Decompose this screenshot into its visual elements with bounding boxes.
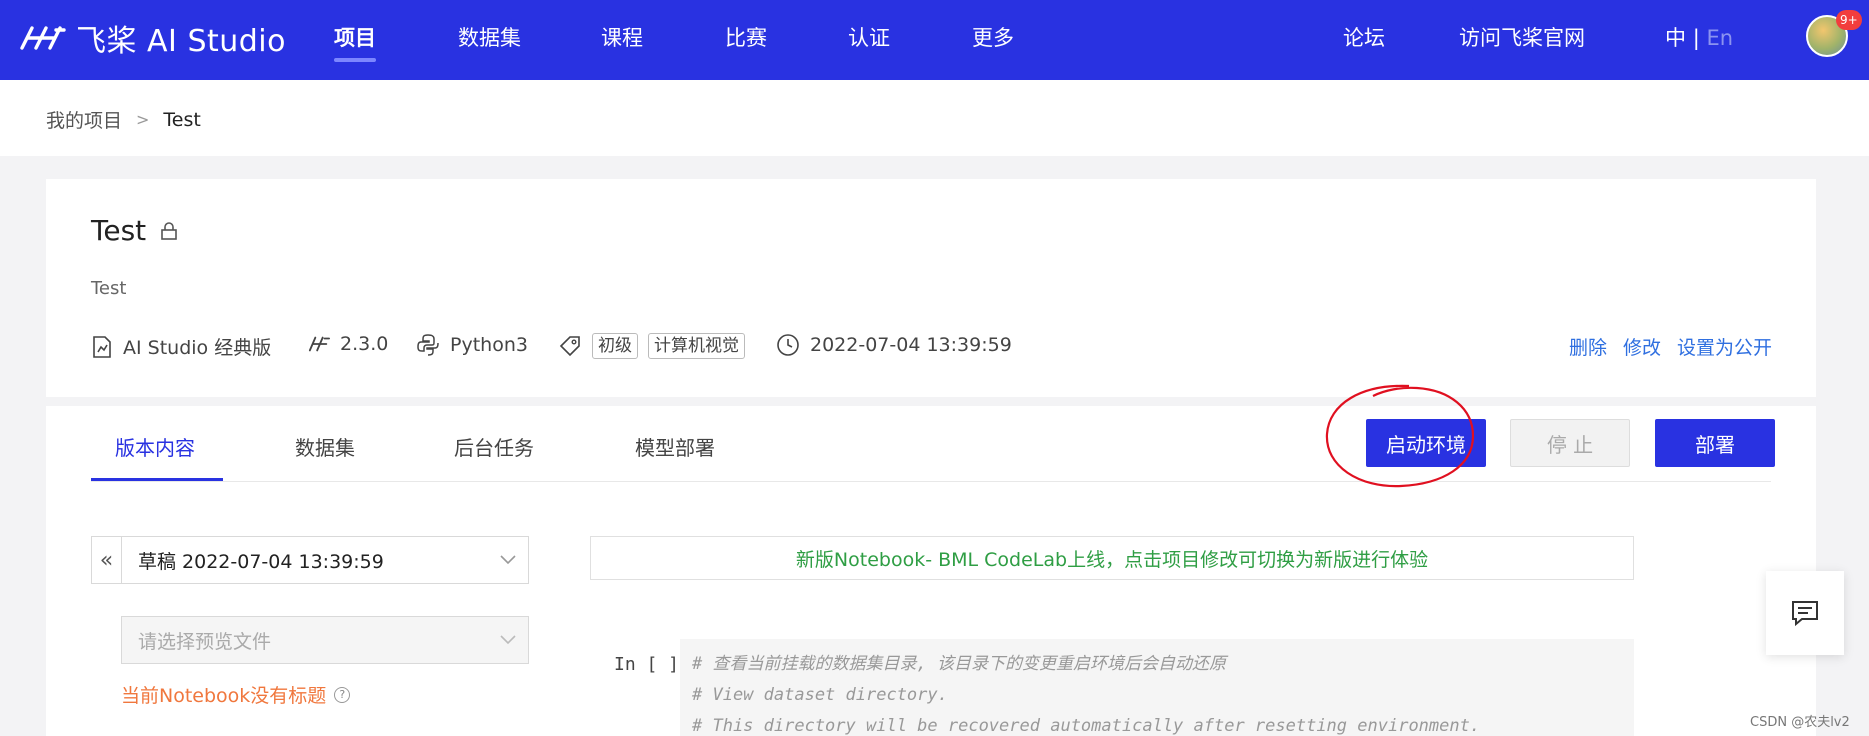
language-switch: 中 | En (1665, 22, 1733, 52)
lang-en[interactable]: En (1706, 26, 1733, 50)
new-notebook-notice[interactable]: 新版Notebook- BML CodeLab上线，点击项目修改可切换为新版进行… (590, 536, 1634, 580)
preview-file-select[interactable]: 请选择预览文件 (121, 616, 529, 664)
project-title: Test (91, 214, 147, 247)
tab-datasets[interactable]: 数据集 (295, 432, 355, 461)
nav-item-courses[interactable]: 课程 (601, 22, 643, 52)
nav-item-projects[interactable]: 项目 (334, 22, 376, 62)
tab-divider (91, 481, 1771, 482)
code-line: # This directory will be recovered autom… (692, 716, 1481, 736)
project-description: Test (91, 278, 127, 299)
lock-icon (161, 221, 177, 240)
tag-badge: 计算机视觉 (648, 333, 745, 359)
code-line: # View dataset directory. (692, 685, 948, 705)
deploy-button[interactable]: 部署 (1655, 419, 1775, 467)
app-logo[interactable]: 飞桨 AI Studio (18, 18, 286, 59)
chevron-down-icon (488, 635, 528, 645)
nav-item-official-site[interactable]: 访问飞桨官网 (1459, 22, 1585, 52)
lang-zh[interactable]: 中 (1665, 26, 1686, 50)
preview-file-placeholder: 请选择预览文件 (138, 630, 272, 653)
breadcrumb-current: Test (163, 108, 201, 131)
feedback-button[interactable] (1766, 571, 1844, 655)
project-edition: AI Studio 经典版 (91, 333, 271, 360)
paddle-logo-icon (308, 336, 330, 352)
edition-label: AI Studio 经典版 (123, 337, 272, 359)
project-updated-time: 2022-07-04 13:39:59 (776, 333, 1012, 357)
updated-time-label: 2022-07-04 13:39:59 (810, 334, 1012, 356)
tag-badge: 初级 (592, 333, 638, 359)
cell-prompt: In [ ] (614, 654, 680, 675)
no-title-text: 当前Notebook没有标题 (121, 685, 327, 707)
document-chart-icon (93, 335, 111, 358)
project-actions: 删除 修改 设置为公开 (1569, 333, 1772, 360)
breadcrumb: 我的项目 > Test (46, 106, 201, 133)
project-content-panel: 版本内容 数据集 后台任务 模型部署 启动环境 停 止 部署 « 草稿 2022… (46, 384, 1816, 736)
breadcrumb-bar: 我的项目 > Test (0, 80, 1869, 156)
nav-active-indicator (334, 58, 376, 62)
nav-label: 项目 (334, 26, 376, 50)
code-line: # 查看当前挂载的数据集目录, 该目录下的变更重启环境后会自动还原 (692, 654, 1226, 674)
watermark: CSDN @农夫lv2 (1750, 715, 1850, 730)
tab-background-tasks[interactable]: 后台任务 (454, 432, 534, 461)
project-runtime: Python3 (416, 333, 528, 357)
python-icon (417, 334, 439, 356)
nav-item-datasets[interactable]: 数据集 (458, 22, 521, 52)
clock-icon (777, 334, 799, 356)
paddle-logo-icon (20, 26, 66, 50)
version-select[interactable]: « 草稿 2022-07-04 13:39:59 (91, 536, 529, 584)
delete-link[interactable]: 删除 (1569, 333, 1607, 360)
breadcrumb-separator: > (136, 110, 150, 129)
message-icon (1792, 601, 1818, 627)
code-cell[interactable]: # 查看当前挂载的数据集目录, 该目录下的变更重启环境后会自动还原 # View… (680, 639, 1634, 736)
notebook-no-title-warning: 当前Notebook没有标题 ? (121, 681, 351, 708)
make-public-link[interactable]: 设置为公开 (1677, 333, 1772, 360)
runtime-label: Python3 (450, 334, 528, 356)
edit-link[interactable]: 修改 (1623, 333, 1661, 360)
tag-icon (559, 336, 580, 357)
tab-version-content[interactable]: 版本内容 (115, 432, 195, 461)
nav-item-competitions[interactable]: 比赛 (725, 22, 767, 52)
stop-button[interactable]: 停 止 (1510, 419, 1630, 467)
project-title-row: Test (91, 214, 178, 247)
notification-badge: 9+ (1836, 10, 1862, 30)
logo-text: 飞桨 AI Studio (76, 24, 286, 59)
chevron-down-icon (488, 555, 528, 565)
project-tags: 初级 计算机视觉 (558, 333, 745, 359)
nav-item-forum[interactable]: 论坛 (1343, 22, 1385, 52)
help-icon[interactable]: ? (334, 686, 351, 703)
project-paddle-version: 2.3.0 (308, 333, 388, 355)
version-select-value: 草稿 2022-07-04 13:39:59 (138, 550, 384, 573)
nav-item-certification[interactable]: 认证 (848, 22, 890, 52)
collapse-sidebar-button[interactable]: « (92, 537, 122, 583)
tab-model-deploy[interactable]: 模型部署 (635, 432, 715, 461)
lang-separator: | (1692, 26, 1700, 50)
breadcrumb-my-projects[interactable]: 我的项目 (46, 106, 122, 133)
nav-item-more[interactable]: 更多 (972, 22, 1014, 52)
project-card: Test Test AI Studio 经典版 2.3.0 Python3 初级 (46, 179, 1816, 397)
top-nav-bar: 飞桨 AI Studio 项目 数据集 课程 比赛 认证 更多 论坛 访问飞桨官… (0, 0, 1869, 80)
start-environment-button[interactable]: 启动环境 (1366, 419, 1486, 467)
paddle-version-label: 2.3.0 (340, 333, 389, 355)
